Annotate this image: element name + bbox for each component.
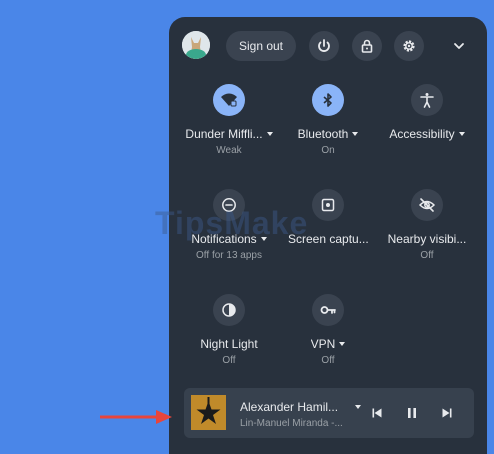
tile-bluetooth-toggle[interactable] [312,84,344,116]
lock-icon [361,39,373,53]
annotation-arrow-icon [100,410,172,424]
tile-bluetooth-label-row: Bluetooth [278,127,378,141]
tile-vpn-status: Off [321,355,335,366]
pause-button[interactable] [404,405,420,421]
accessibility-icon [420,93,434,108]
watermark: TipsMake [155,205,309,241]
media-title: Alexander Hamil... [240,400,339,414]
tile-nearby-visibility[interactable]: Nearby visibi... Off [377,189,477,261]
power-button[interactable] [309,31,339,61]
pause-icon [408,408,416,418]
tile-bluetooth-dropdown-icon[interactable] [352,132,359,136]
tile-night-light-label-row: Night Light [179,337,279,351]
tile-nearby-visibility-toggle[interactable] [411,189,443,221]
lock-button[interactable] [352,31,382,61]
wifi-icon [221,93,237,107]
previous-track-button[interactable] [369,405,385,421]
tile-bluetooth[interactable]: Bluetooth On [278,84,378,156]
tile-night-light[interactable]: Night Light Off [179,294,279,366]
skip-next-icon [442,408,452,418]
tile-nearby-visibility-label: Nearby visibi... [387,232,467,246]
tile-night-light-toggle[interactable] [213,294,245,326]
avatar-image [182,31,210,59]
tile-network-status: Weak [216,145,242,156]
chevron-down-icon [454,43,464,49]
skip-previous-icon [372,408,382,418]
tile-accessibility-label-row: Accessibility [377,127,477,141]
night-light-icon [222,303,236,317]
collapse-button[interactable] [449,36,469,56]
tile-vpn-toggle[interactable] [312,294,344,326]
tile-vpn-dropdown-icon[interactable] [339,342,346,346]
vpn-key-icon [320,306,336,314]
bluetooth-icon [323,93,332,107]
tile-network-toggle[interactable] [213,84,245,116]
tile-network[interactable]: Dunder Miffli... Weak [179,84,279,156]
tile-night-light-label: Night Light [200,337,258,351]
tile-notifications-status: Off for 13 apps [196,250,262,261]
power-icon [318,39,330,52]
sign-out-button[interactable]: Sign out [226,31,296,61]
media-artist: Lin-Manuel Miranda -... [240,418,343,429]
album-art [191,395,226,430]
next-track-button[interactable] [439,405,455,421]
tile-network-label: Dunder Miffli... [185,127,263,141]
avatar[interactable] [182,31,210,59]
media-controls[interactable]: Alexander Hamil... Lin-Manuel Miranda -.… [184,388,474,438]
tile-screen-capture-toggle[interactable] [312,189,344,221]
tile-nearby-visibility-label-row: Nearby visibi... [377,232,477,246]
tile-vpn[interactable]: VPN Off [278,294,378,366]
tile-bluetooth-status: On [321,145,335,156]
tile-network-label-row: Dunder Miffli... [179,127,279,141]
settings-button[interactable] [394,31,424,61]
nearby-visibility-icon [418,198,436,212]
tile-accessibility-label: Accessibility [389,127,455,141]
media-dropdown-icon[interactable] [355,405,361,409]
tile-night-light-status: Off [222,355,236,366]
tile-nearby-visibility-status: Off [420,250,434,261]
gear-icon [403,40,415,52]
tile-accessibility-dropdown-icon[interactable] [458,132,465,136]
tile-bluetooth-label: Bluetooth [297,127,349,141]
tile-vpn-label-row: VPN [278,337,378,351]
tile-vpn-label: VPN [310,337,336,351]
tile-accessibility-toggle[interactable] [411,84,443,116]
screen-capture-icon [321,198,335,212]
tile-network-dropdown-icon[interactable] [266,132,273,136]
album-art-star-icon [191,395,226,430]
quick-settings-header: Sign out [169,17,487,75]
tile-accessibility[interactable]: Accessibility [377,84,477,145]
